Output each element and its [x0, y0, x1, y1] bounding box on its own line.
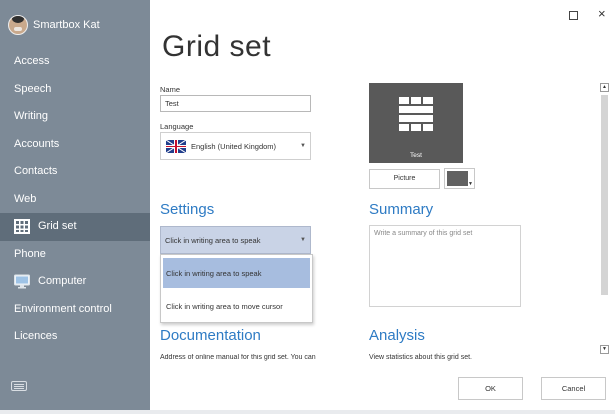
grid-set-tile[interactable]: Test — [369, 83, 463, 163]
ok-button[interactable]: OK — [458, 377, 523, 400]
documentation-title: Documentation — [160, 327, 261, 344]
page-title: Grid set — [162, 30, 272, 63]
user-name: Smartbox Kat — [33, 19, 100, 31]
sidebar: Smartbox Kat Access Speech Writing Accou… — [0, 0, 150, 410]
sidebar-item-label: Grid set — [38, 220, 77, 232]
sidebar-item-label: Phone — [14, 247, 46, 260]
uk-flag-icon — [166, 139, 186, 153]
color-picker-button[interactable]: ▼ — [444, 168, 475, 189]
sidebar-item-computer[interactable]: Computer — [0, 268, 150, 296]
dropdown-option-move-cursor[interactable]: Click in writing area to move cursor — [163, 291, 310, 321]
sidebar-item-label: Environment control — [14, 302, 112, 315]
sidebar-item-label: Contacts — [14, 165, 58, 177]
sidebar-item-accounts[interactable]: Accounts — [0, 131, 150, 159]
picture-button[interactable]: Picture — [369, 169, 440, 189]
language-value: English (United Kingdom) — [191, 141, 277, 151]
sidebar-item-environment-control[interactable]: Environment control — [0, 296, 150, 324]
analysis-text: View statistics about this grid set. — [369, 354, 472, 361]
sidebar-item-label: Writing — [14, 110, 49, 122]
bottom-strip — [0, 410, 615, 414]
close-button[interactable]: × — [598, 6, 606, 21]
user-profile[interactable]: Smartbox Kat — [8, 15, 100, 35]
name-label: Name — [160, 85, 181, 94]
summary-title: Summary — [369, 201, 434, 218]
settings-dropdown: Click in writing area to speak Click in … — [160, 254, 313, 323]
name-field[interactable]: Test — [160, 95, 311, 112]
avatar — [8, 15, 28, 35]
sidebar-item-label: Accounts — [14, 137, 60, 150]
documentation-text: Address of online manual for this grid s… — [160, 354, 316, 361]
color-swatch — [447, 171, 468, 186]
scroll-up-button[interactable]: ▲ — [600, 83, 609, 92]
scroll-down-button[interactable]: ▼ — [600, 345, 609, 354]
grid-set-tile-icon — [399, 97, 433, 131]
chevron-down-icon: ▼ — [300, 237, 306, 243]
scrollbar-thumb[interactable] — [601, 95, 608, 295]
sidebar-item-contacts[interactable]: Contacts — [0, 158, 150, 186]
language-select[interactable]: English (United Kingdom) ▼ — [160, 132, 311, 160]
analysis-title: Analysis — [369, 327, 425, 344]
sidebar-item-label: Computer — [38, 275, 87, 287]
settings-title: Settings — [160, 201, 215, 218]
sidebar-item-web[interactable]: Web — [0, 186, 150, 214]
cancel-button[interactable]: Cancel — [541, 377, 606, 400]
dropdown-option-speak[interactable]: Click in writing area to speak — [163, 258, 310, 288]
grid-set-icon — [14, 219, 30, 234]
sidebar-item-phone[interactable]: Phone — [0, 241, 150, 269]
chevron-down-icon: ▼ — [468, 181, 473, 187]
sidebar-item-writing[interactable]: Writing — [0, 103, 150, 131]
sidebar-item-speech[interactable]: Speech — [0, 76, 150, 104]
summary-textarea[interactable]: Write a summary of this grid set — [369, 225, 521, 307]
sidebar-item-label: Web — [14, 192, 37, 205]
maximize-button[interactable] — [569, 11, 578, 20]
language-label: Language — [160, 122, 194, 131]
settings-select[interactable]: Click in writing area to speak ▼ — [160, 226, 311, 254]
keyboard-icon[interactable] — [11, 381, 27, 391]
sidebar-item-label: Speech — [14, 82, 52, 95]
sidebar-nav: Access Speech Writing Accounts Contacts … — [0, 48, 150, 351]
tile-label: Test — [410, 152, 422, 159]
sidebar-item-licences[interactable]: Licences — [0, 323, 150, 351]
settings-selected-value: Click in writing area to speak — [165, 236, 261, 245]
sidebar-item-grid-set[interactable]: Grid set — [0, 213, 150, 241]
chevron-down-icon: ▼ — [300, 143, 306, 149]
sidebar-item-access[interactable]: Access — [0, 48, 150, 76]
monitor-icon — [14, 274, 30, 289]
sidebar-item-label: Access — [14, 55, 50, 67]
sidebar-item-label: Licences — [14, 330, 58, 342]
